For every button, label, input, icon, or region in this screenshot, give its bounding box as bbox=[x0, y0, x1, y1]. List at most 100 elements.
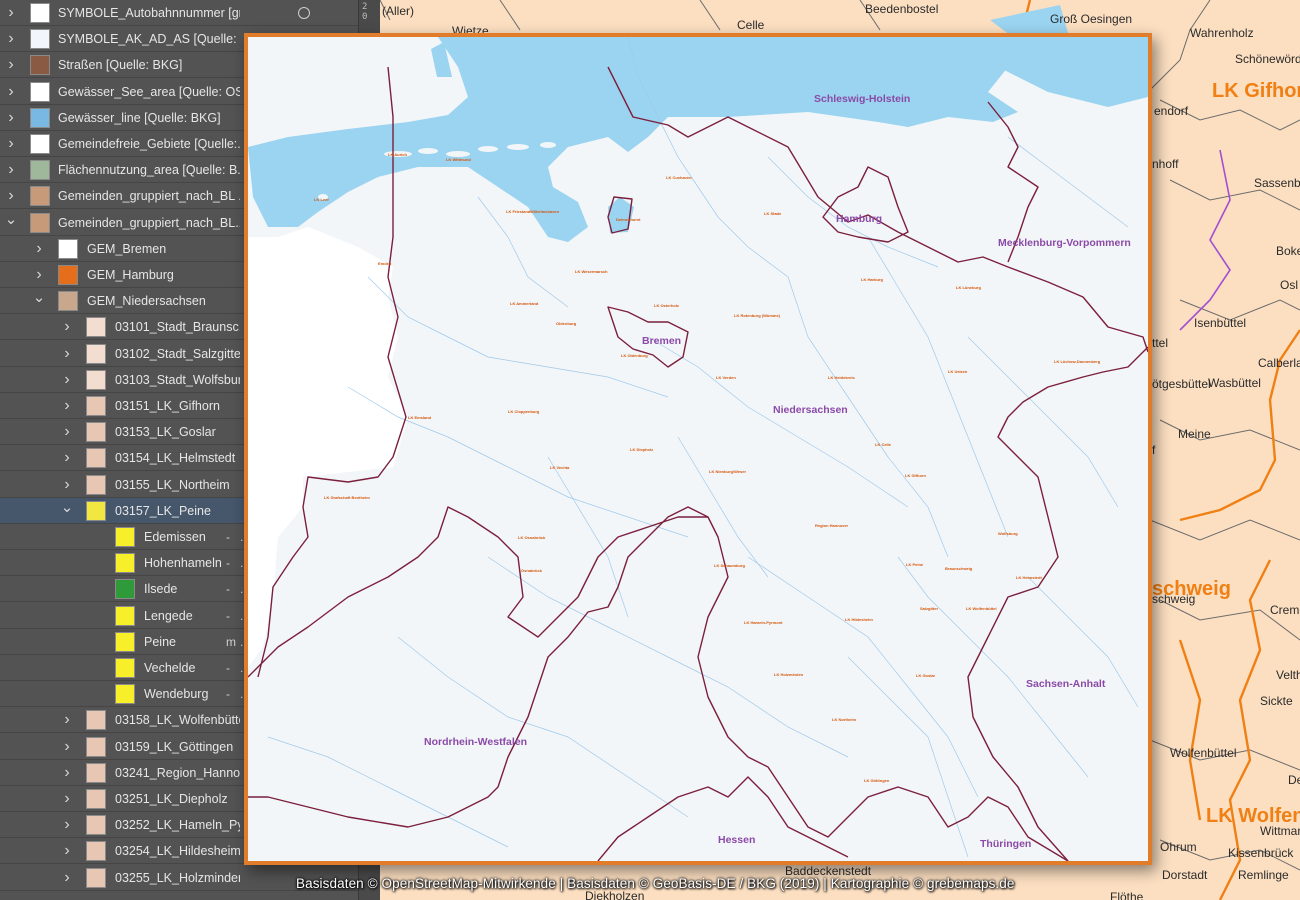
layer-name: SYMBOLE_AK_AD_AS [Quelle: B... bbox=[58, 32, 240, 47]
place-label: Wolfenbüttel bbox=[1170, 746, 1237, 760]
layer-thumbnail-icon bbox=[86, 762, 106, 783]
expand-chevron-icon[interactable]: › bbox=[60, 711, 74, 728]
place-label: Wahrenholz bbox=[1190, 26, 1254, 40]
layer-name: Flächennutzung_area [Quelle: B... bbox=[58, 163, 240, 178]
state-label-schleswig-holstein: Schleswig-Holstein bbox=[814, 93, 911, 105]
district-label: LK Hildesheim bbox=[845, 617, 873, 622]
expand-chevron-icon[interactable]: › bbox=[60, 764, 74, 781]
district-label: Emden bbox=[378, 261, 392, 266]
district-label: LK Lüchow-Dannenberg bbox=[1054, 359, 1101, 364]
state-label-bremen: Bremen bbox=[642, 335, 682, 347]
nds-west-border bbox=[248, 506, 708, 678]
layer-thumbnail-icon bbox=[86, 343, 106, 364]
district-label: Wolfsburg bbox=[998, 531, 1018, 536]
layer-thumbnail-icon bbox=[86, 474, 106, 495]
expand-chevron-icon[interactable]: › bbox=[4, 161, 18, 178]
district-label: LK Gifhorn bbox=[1212, 80, 1300, 102]
expand-chevron-icon[interactable]: › bbox=[60, 842, 74, 859]
district-label: LK Peine bbox=[906, 562, 924, 567]
expand-chevron-icon[interactable]: › bbox=[4, 4, 18, 21]
district-label: LK Holzminden bbox=[774, 672, 804, 677]
district-label: LK Osterholz bbox=[654, 303, 679, 308]
layer-thumbnail-icon bbox=[115, 658, 135, 678]
expand-chevron-icon[interactable]: › bbox=[60, 449, 74, 466]
district-label: LK Vechta bbox=[550, 465, 570, 470]
collapse-chevron-icon[interactable]: ⌄ bbox=[4, 211, 18, 228]
layer-name: 03159_LK_Göttingen bbox=[115, 739, 234, 754]
expand-chevron-icon[interactable]: › bbox=[4, 30, 18, 47]
place-label: Groß Oesingen bbox=[1050, 12, 1133, 26]
place-label: Ohrum bbox=[1160, 840, 1197, 854]
expand-chevron-icon[interactable]: › bbox=[4, 135, 18, 152]
district-label: LK Uelzen bbox=[948, 369, 968, 374]
collapse-chevron-icon[interactable]: ⌄ bbox=[32, 289, 46, 306]
expand-chevron-icon[interactable]: › bbox=[32, 266, 46, 283]
layer-name: Straßen [Quelle: BKG] bbox=[58, 58, 183, 73]
layer-thumbnail-icon bbox=[86, 710, 106, 731]
expand-chevron-icon[interactable]: › bbox=[60, 345, 74, 362]
layer-name: Gewässer_See_area [Quelle: OSM bbox=[58, 84, 240, 99]
district-label: LK Rotenburg (Wümme) bbox=[734, 313, 780, 318]
layer-thumbnail-icon bbox=[86, 841, 106, 862]
district-label: LK Oldenburg bbox=[621, 353, 648, 358]
district-label: LK Celle bbox=[875, 442, 892, 447]
place-label: Osl bbox=[1280, 278, 1298, 292]
district-label: LK Schaumburg bbox=[714, 563, 745, 568]
layer-thumbnail-icon bbox=[30, 160, 50, 181]
district-label: LK Friesland bbox=[506, 209, 531, 214]
layer-thumbnail-icon bbox=[30, 55, 50, 76]
expand-chevron-icon[interactable]: › bbox=[32, 240, 46, 257]
layer-thumbnail-icon bbox=[115, 605, 135, 626]
expand-chevron-icon[interactable]: › bbox=[60, 738, 74, 755]
place-label: Beedenbostel bbox=[865, 2, 939, 16]
place-label: endorf bbox=[1154, 104, 1189, 118]
district-label: LK Lüneburg bbox=[956, 285, 981, 290]
layer-thumbnail-icon bbox=[115, 684, 135, 705]
layer-name: Gewässer_line [Quelle: BKG] bbox=[58, 110, 221, 125]
layer-name: GEM_Hamburg bbox=[87, 268, 174, 282]
layer-name: 03154_LK_Helmstedt bbox=[115, 451, 236, 466]
inset-map[interactable]: Schleswig-Holstein Hamburg Mecklenburg-V… bbox=[244, 33, 1152, 865]
place-label: Meine bbox=[1178, 427, 1211, 441]
place-label: Celle bbox=[737, 18, 765, 32]
layer-name: 03155_LK_Northeim bbox=[115, 477, 230, 492]
expand-chevron-icon[interactable]: › bbox=[60, 397, 74, 414]
target-circle-icon[interactable] bbox=[298, 7, 310, 19]
expand-chevron-icon[interactable]: › bbox=[60, 816, 74, 833]
district-label: LK Wittmund bbox=[446, 157, 471, 162]
layer-thumbnail-icon bbox=[86, 815, 106, 836]
place-label: Velth bbox=[1276, 668, 1300, 682]
place-label: Dorstadt bbox=[1162, 868, 1208, 882]
district-label: LK Northeim bbox=[832, 717, 856, 722]
layer-row[interactable]: › SYMBOLE_Autobahnnummer [gr... bbox=[0, 0, 380, 26]
layer-thumbnail-icon bbox=[86, 422, 106, 443]
layer-name: 03252_LK_Hameln_Py... bbox=[115, 818, 240, 833]
expand-chevron-icon[interactable]: › bbox=[60, 423, 74, 440]
expand-chevron-icon[interactable]: › bbox=[4, 56, 18, 73]
collapse-chevron-icon[interactable]: ⌄ bbox=[60, 499, 74, 516]
district-label: LK Hameln-Pyrmont bbox=[744, 620, 783, 625]
place-label: De bbox=[1288, 773, 1300, 787]
layer-name: SYMBOLE_Autobahnnummer [gr... bbox=[58, 6, 240, 20]
expand-chevron-icon[interactable]: › bbox=[4, 83, 18, 100]
layer-thumbnail-icon bbox=[86, 317, 106, 338]
layer-thumbnail-icon bbox=[30, 81, 50, 102]
place-label: Isenbüttel bbox=[1194, 316, 1247, 330]
expand-chevron-icon[interactable]: › bbox=[4, 109, 18, 126]
expand-chevron-icon[interactable]: › bbox=[60, 476, 74, 493]
expand-chevron-icon[interactable]: › bbox=[60, 318, 74, 335]
layer-thumbnail-icon bbox=[86, 500, 106, 521]
expand-chevron-icon[interactable]: › bbox=[60, 371, 74, 388]
state-label-thueringen: Thüringen bbox=[980, 838, 1032, 850]
layer-thumbnail-icon bbox=[58, 238, 78, 259]
layer-name: 03255_LK_Holzminden bbox=[115, 870, 240, 885]
layer-name: 03102_Stadt_Salzgitter bbox=[115, 346, 240, 361]
expand-chevron-icon[interactable]: › bbox=[60, 790, 74, 807]
district-label: LK Nienburg/Weser bbox=[709, 469, 747, 474]
district-label: LK Grafschaft Bentheim bbox=[324, 495, 370, 500]
expand-chevron-icon[interactable]: › bbox=[4, 187, 18, 204]
district-label: LK Göttingen bbox=[864, 778, 890, 783]
expand-chevron-icon[interactable]: › bbox=[60, 869, 74, 886]
map-credit: Basisdaten © OpenStreetMap-Mitwirkende |… bbox=[296, 876, 1015, 891]
layer-thumbnail-icon bbox=[115, 553, 135, 574]
